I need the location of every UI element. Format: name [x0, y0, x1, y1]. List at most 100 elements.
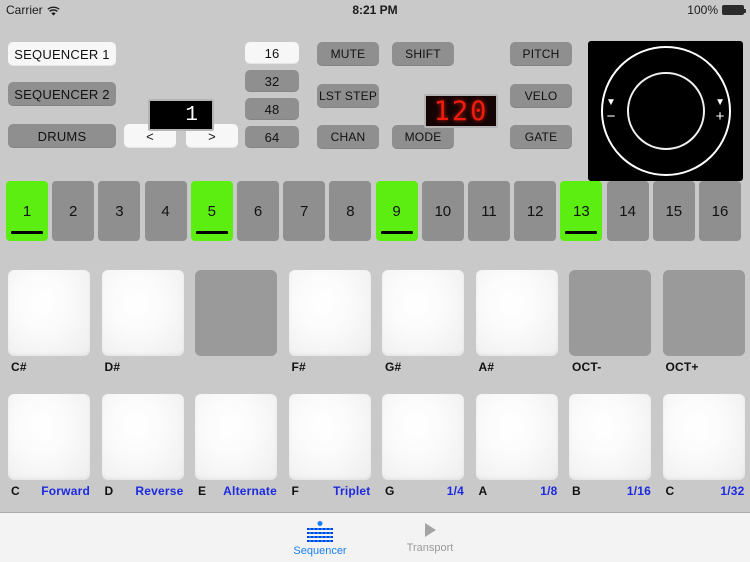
length-64-button[interactable]: 64 — [245, 126, 299, 148]
tab-sequencer[interactable]: Sequencer — [274, 519, 366, 557]
tab-transport[interactable]: Transport — [384, 521, 476, 554]
velocity-button[interactable]: VELO — [510, 84, 572, 108]
jog-wheel-inner-ring — [626, 72, 705, 150]
step-row: 1 2 3 4 5 6 7 8 9 10 11 12 13 14 15 16 — [6, 181, 746, 245]
step-button-15[interactable]: 15 — [652, 181, 695, 241]
key-pad-white-1[interactable] — [101, 394, 184, 480]
step-button-9[interactable]: 9 — [375, 181, 418, 241]
step-button-13[interactable]: 13 — [560, 181, 603, 241]
key-pad-white-0[interactable] — [8, 394, 90, 480]
step-button-10[interactable]: 10 — [421, 181, 464, 241]
sequencer-grid-icon — [307, 520, 333, 543]
status-bar: Carrier 8:21 PM 100% — [0, 0, 750, 20]
sequencer-2-button[interactable]: SEQUENCER 2 — [8, 82, 116, 106]
step-button-label: 12 — [526, 202, 544, 220]
step-button-3[interactable]: 3 — [98, 181, 141, 241]
app-root: Carrier 8:21 PM 100% SEQUENCER 1 SEQUENC… — [0, 0, 750, 562]
step-button-label: 6 — [253, 202, 263, 220]
key-pad-label: OCT+ — [665, 360, 699, 374]
key-pad-white-2[interactable] — [195, 394, 277, 480]
tab-transport-label: Transport — [406, 542, 454, 554]
pattern-display: 1 — [148, 99, 214, 131]
length-16-button[interactable]: 16 — [245, 42, 299, 64]
key-pad-label: D# — [104, 360, 121, 374]
step-button-1[interactable]: 1 — [6, 181, 48, 241]
step-button-label: 13 — [573, 202, 590, 220]
key-pad-black-3[interactable] — [288, 270, 371, 356]
key-pad-black-6[interactable] — [569, 270, 651, 356]
status-bar-right: 100% — [687, 3, 746, 17]
key-pad-label: F# — [291, 360, 306, 374]
key-pad-black-7[interactable] — [662, 270, 745, 356]
step-button-label: 14 — [619, 202, 636, 220]
tab-bar: Sequencer Transport — [0, 512, 750, 562]
step-button-label: 9 — [392, 202, 401, 220]
key-pad-black-2[interactable] — [195, 270, 277, 356]
key-pad-label: A# — [478, 360, 495, 374]
key-pad-alt-label: 1/16 — [626, 484, 651, 498]
key-pad-black-4[interactable] — [382, 270, 464, 356]
step-button-2[interactable]: 2 — [52, 181, 95, 241]
key-pad-alt-label: 1/32 — [720, 484, 745, 498]
key-pad-black-5[interactable] — [475, 270, 558, 356]
key-pad-alt-label: Triplet — [333, 484, 371, 498]
battery-percent-label: 100% — [687, 3, 718, 17]
step-button-12[interactable]: 12 — [514, 181, 557, 241]
key-pad-alt-label: Alternate — [223, 484, 277, 498]
step-button-5[interactable]: 5 — [190, 181, 233, 241]
step-button-label: 16 — [711, 202, 729, 220]
key-pad-white-7[interactable] — [662, 394, 745, 480]
step-button-4[interactable]: 4 — [144, 181, 187, 241]
step-button-label: 3 — [115, 202, 124, 220]
shift-button[interactable]: SHIFT — [392, 42, 454, 66]
step-button-label: 7 — [300, 202, 309, 220]
step-button-7[interactable]: 7 — [283, 181, 326, 241]
jog-wheel-decrement[interactable]: ▼ − — [606, 97, 616, 125]
key-pad-black-0[interactable] — [8, 270, 90, 356]
step-button-label: 15 — [665, 202, 683, 220]
step-button-label: 4 — [161, 202, 170, 220]
key-pad-white-5[interactable] — [475, 394, 558, 480]
mute-button[interactable]: MUTE — [317, 42, 379, 66]
pitch-button[interactable]: PITCH — [510, 42, 572, 66]
channel-button[interactable]: CHAN — [317, 125, 379, 149]
drums-button[interactable]: DRUMS — [8, 124, 116, 148]
play-triangle-icon — [424, 523, 436, 537]
length-32-button[interactable]: 32 — [245, 70, 299, 92]
step-button-label: 5 — [207, 202, 216, 220]
length-48-button[interactable]: 48 — [245, 98, 299, 120]
step-button-label: 11 — [481, 202, 497, 220]
step-button-label: 1 — [22, 202, 32, 220]
control-panel: SEQUENCER 1 SEQUENCER 2 DRUMS < > 1 16 3… — [0, 20, 750, 181]
step-button-label: 8 — [346, 202, 355, 220]
key-pad-label: G# — [385, 360, 402, 374]
sequencer-1-button[interactable]: SEQUENCER 1 — [8, 42, 116, 66]
key-pad-alt-label: Forward — [41, 484, 90, 498]
jog-wheel[interactable]: ▼ − ▼ + — [588, 41, 743, 181]
step-button-label: 2 — [69, 202, 78, 220]
step-button-label: 10 — [434, 202, 452, 220]
key-pad-white-3[interactable] — [288, 394, 371, 480]
key-pad-label: OCT- — [572, 360, 602, 374]
step-button-8[interactable]: 8 — [329, 181, 372, 241]
key-pad-label: C# — [11, 360, 27, 374]
key-pad-white-6[interactable] — [569, 394, 651, 480]
tab-sequencer-label: Sequencer — [293, 544, 347, 557]
step-button-14[interactable]: 14 — [606, 181, 649, 241]
minus-label: − — [606, 107, 616, 125]
key-pad-alt-label: 1/8 — [540, 484, 558, 498]
key-pad-black-1[interactable] — [101, 270, 184, 356]
status-bar-clock: 8:21 PM — [352, 3, 398, 17]
battery-full-icon — [722, 5, 746, 15]
key-pad-alt-label: Reverse — [135, 484, 184, 498]
step-button-11[interactable]: 11 — [468, 181, 510, 241]
jog-wheel-increment[interactable]: ▼ + — [715, 97, 725, 125]
step-button-6[interactable]: 6 — [237, 181, 279, 241]
last-step-button[interactable]: LST STEP — [317, 84, 379, 108]
gate-button[interactable]: GATE — [510, 125, 572, 149]
key-pad-white-4[interactable] — [382, 394, 464, 480]
plus-label: + — [715, 107, 725, 125]
step-button-16[interactable]: 16 — [699, 181, 741, 241]
mode-button[interactable]: MODE — [392, 125, 454, 149]
key-pad-alt-label: 1/4 — [446, 484, 464, 498]
